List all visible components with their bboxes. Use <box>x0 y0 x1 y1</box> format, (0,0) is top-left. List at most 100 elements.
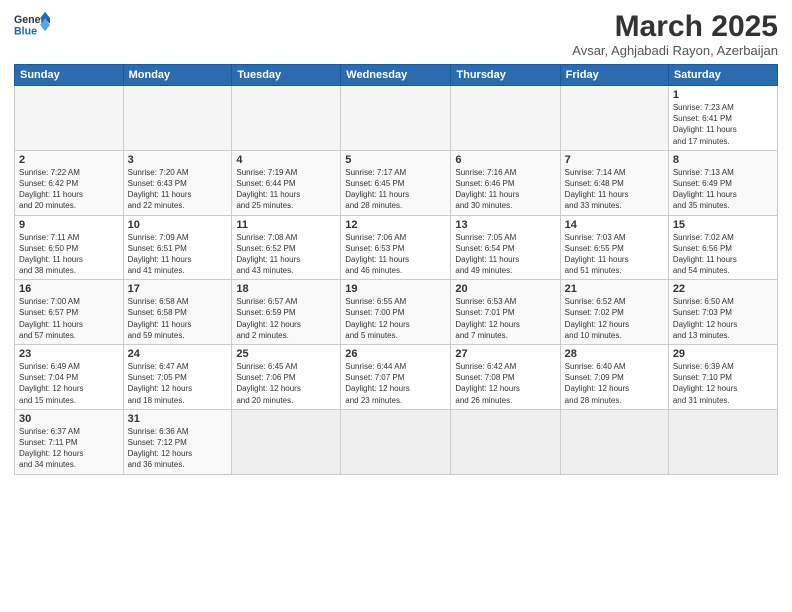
day-info: Sunrise: 6:45 AM Sunset: 7:06 PM Dayligh… <box>236 361 336 406</box>
day-info: Sunrise: 6:44 AM Sunset: 7:07 PM Dayligh… <box>345 361 446 406</box>
day-info: Sunrise: 7:14 AM Sunset: 6:48 PM Dayligh… <box>565 167 664 212</box>
day-number: 10 <box>128 219 228 231</box>
day-number: 5 <box>345 154 446 166</box>
day-number: 3 <box>128 154 228 166</box>
day-number: 31 <box>128 413 228 425</box>
day-info: Sunrise: 7:00 AM Sunset: 6:57 PM Dayligh… <box>19 296 119 341</box>
day-info: Sunrise: 6:55 AM Sunset: 7:00 PM Dayligh… <box>345 296 446 341</box>
calendar-week-row: 2Sunrise: 7:22 AM Sunset: 6:42 PM Daylig… <box>15 150 778 215</box>
calendar-day-cell: 26Sunrise: 6:44 AM Sunset: 7:07 PM Dayli… <box>341 345 451 410</box>
weekday-header-row: SundayMondayTuesdayWednesdayThursdayFrid… <box>15 65 778 86</box>
weekday-header-tuesday: Tuesday <box>232 65 341 86</box>
weekday-header-friday: Friday <box>560 65 668 86</box>
calendar-day-cell: 31Sunrise: 6:36 AM Sunset: 7:12 PM Dayli… <box>123 409 232 474</box>
day-number: 27 <box>455 348 555 360</box>
day-info: Sunrise: 7:19 AM Sunset: 6:44 PM Dayligh… <box>236 167 336 212</box>
calendar-day-cell <box>668 409 777 474</box>
calendar-day-cell <box>451 409 560 474</box>
day-number: 17 <box>128 283 228 295</box>
weekday-header-saturday: Saturday <box>668 65 777 86</box>
day-number: 20 <box>455 283 555 295</box>
calendar-week-row: 30Sunrise: 6:37 AM Sunset: 7:11 PM Dayli… <box>15 409 778 474</box>
day-info: Sunrise: 7:17 AM Sunset: 6:45 PM Dayligh… <box>345 167 446 212</box>
day-number: 21 <box>565 283 664 295</box>
day-number: 28 <box>565 348 664 360</box>
weekday-header-monday: Monday <box>123 65 232 86</box>
calendar-day-cell: 10Sunrise: 7:09 AM Sunset: 6:51 PM Dayli… <box>123 215 232 280</box>
day-number: 18 <box>236 283 336 295</box>
weekday-header-thursday: Thursday <box>451 65 560 86</box>
day-info: Sunrise: 6:39 AM Sunset: 7:10 PM Dayligh… <box>673 361 773 406</box>
day-number: 19 <box>345 283 446 295</box>
day-info: Sunrise: 6:40 AM Sunset: 7:09 PM Dayligh… <box>565 361 664 406</box>
day-number: 25 <box>236 348 336 360</box>
calendar-day-cell: 15Sunrise: 7:02 AM Sunset: 6:56 PM Dayli… <box>668 215 777 280</box>
calendar-day-cell: 9Sunrise: 7:11 AM Sunset: 6:50 PM Daylig… <box>15 215 124 280</box>
calendar-day-cell: 19Sunrise: 6:55 AM Sunset: 7:00 PM Dayli… <box>341 280 451 345</box>
calendar-day-cell: 25Sunrise: 6:45 AM Sunset: 7:06 PM Dayli… <box>232 345 341 410</box>
day-info: Sunrise: 7:20 AM Sunset: 6:43 PM Dayligh… <box>128 167 228 212</box>
calendar-day-cell: 12Sunrise: 7:06 AM Sunset: 6:53 PM Dayli… <box>341 215 451 280</box>
day-number: 26 <box>345 348 446 360</box>
calendar-day-cell: 27Sunrise: 6:42 AM Sunset: 7:08 PM Dayli… <box>451 345 560 410</box>
calendar-day-cell <box>451 86 560 151</box>
day-info: Sunrise: 6:50 AM Sunset: 7:03 PM Dayligh… <box>673 296 773 341</box>
day-info: Sunrise: 7:08 AM Sunset: 6:52 PM Dayligh… <box>236 232 336 277</box>
calendar-day-cell <box>341 409 451 474</box>
header: General Blue March 2025 Avsar, Aghjabadi… <box>14 10 778 58</box>
page: General Blue March 2025 Avsar, Aghjabadi… <box>0 0 792 612</box>
day-number: 6 <box>455 154 555 166</box>
day-info: Sunrise: 7:02 AM Sunset: 6:56 PM Dayligh… <box>673 232 773 277</box>
calendar-day-cell: 3Sunrise: 7:20 AM Sunset: 6:43 PM Daylig… <box>123 150 232 215</box>
day-number: 30 <box>19 413 119 425</box>
calendar-day-cell: 7Sunrise: 7:14 AM Sunset: 6:48 PM Daylig… <box>560 150 668 215</box>
calendar-week-row: 16Sunrise: 7:00 AM Sunset: 6:57 PM Dayli… <box>15 280 778 345</box>
calendar-table: SundayMondayTuesdayWednesdayThursdayFrid… <box>14 64 778 475</box>
calendar-day-cell: 22Sunrise: 6:50 AM Sunset: 7:03 PM Dayli… <box>668 280 777 345</box>
day-info: Sunrise: 7:06 AM Sunset: 6:53 PM Dayligh… <box>345 232 446 277</box>
calendar-day-cell: 2Sunrise: 7:22 AM Sunset: 6:42 PM Daylig… <box>15 150 124 215</box>
svg-text:Blue: Blue <box>14 26 37 38</box>
day-number: 4 <box>236 154 336 166</box>
calendar-day-cell: 6Sunrise: 7:16 AM Sunset: 6:46 PM Daylig… <box>451 150 560 215</box>
day-number: 14 <box>565 219 664 231</box>
day-info: Sunrise: 6:49 AM Sunset: 7:04 PM Dayligh… <box>19 361 119 406</box>
day-number: 15 <box>673 219 773 231</box>
day-number: 1 <box>673 89 773 101</box>
calendar-day-cell: 5Sunrise: 7:17 AM Sunset: 6:45 PM Daylig… <box>341 150 451 215</box>
day-info: Sunrise: 7:23 AM Sunset: 6:41 PM Dayligh… <box>673 102 773 147</box>
calendar-week-row: 23Sunrise: 6:49 AM Sunset: 7:04 PM Dayli… <box>15 345 778 410</box>
day-number: 9 <box>19 219 119 231</box>
day-info: Sunrise: 6:42 AM Sunset: 7:08 PM Dayligh… <box>455 361 555 406</box>
day-info: Sunrise: 7:13 AM Sunset: 6:49 PM Dayligh… <box>673 167 773 212</box>
logo: General Blue <box>14 10 50 38</box>
day-number: 2 <box>19 154 119 166</box>
day-info: Sunrise: 6:37 AM Sunset: 7:11 PM Dayligh… <box>19 426 119 471</box>
day-number: 7 <box>565 154 664 166</box>
day-info: Sunrise: 6:47 AM Sunset: 7:05 PM Dayligh… <box>128 361 228 406</box>
calendar-day-cell: 1Sunrise: 7:23 AM Sunset: 6:41 PM Daylig… <box>668 86 777 151</box>
calendar-day-cell: 17Sunrise: 6:58 AM Sunset: 6:58 PM Dayli… <box>123 280 232 345</box>
day-info: Sunrise: 6:52 AM Sunset: 7:02 PM Dayligh… <box>565 296 664 341</box>
calendar-day-cell <box>341 86 451 151</box>
location-subtitle: Avsar, Aghjabadi Rayon, Azerbaijan <box>572 43 778 58</box>
day-info: Sunrise: 7:03 AM Sunset: 6:55 PM Dayligh… <box>565 232 664 277</box>
calendar-day-cell <box>560 409 668 474</box>
day-info: Sunrise: 6:57 AM Sunset: 6:59 PM Dayligh… <box>236 296 336 341</box>
weekday-header-sunday: Sunday <box>15 65 124 86</box>
calendar-day-cell: 28Sunrise: 6:40 AM Sunset: 7:09 PM Dayli… <box>560 345 668 410</box>
day-info: Sunrise: 7:11 AM Sunset: 6:50 PM Dayligh… <box>19 232 119 277</box>
day-info: Sunrise: 6:53 AM Sunset: 7:01 PM Dayligh… <box>455 296 555 341</box>
day-number: 12 <box>345 219 446 231</box>
day-info: Sunrise: 7:05 AM Sunset: 6:54 PM Dayligh… <box>455 232 555 277</box>
day-info: Sunrise: 7:09 AM Sunset: 6:51 PM Dayligh… <box>128 232 228 277</box>
title-block: March 2025 Avsar, Aghjabadi Rayon, Azerb… <box>572 10 778 58</box>
calendar-day-cell: 14Sunrise: 7:03 AM Sunset: 6:55 PM Dayli… <box>560 215 668 280</box>
day-info: Sunrise: 7:16 AM Sunset: 6:46 PM Dayligh… <box>455 167 555 212</box>
weekday-header-wednesday: Wednesday <box>341 65 451 86</box>
calendar-day-cell <box>15 86 124 151</box>
day-number: 16 <box>19 283 119 295</box>
calendar-day-cell: 8Sunrise: 7:13 AM Sunset: 6:49 PM Daylig… <box>668 150 777 215</box>
calendar-day-cell: 29Sunrise: 6:39 AM Sunset: 7:10 PM Dayli… <box>668 345 777 410</box>
calendar-day-cell: 16Sunrise: 7:00 AM Sunset: 6:57 PM Dayli… <box>15 280 124 345</box>
